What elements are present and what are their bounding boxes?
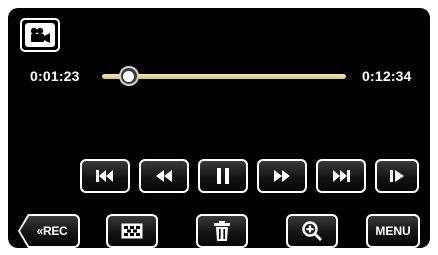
rewind-icon bbox=[155, 170, 173, 182]
skip-next-button[interactable] bbox=[316, 159, 366, 193]
thumbnail-index-button[interactable] bbox=[106, 214, 158, 248]
seek-bar-handle[interactable] bbox=[118, 66, 139, 86]
total-time: 0:12:34 bbox=[362, 68, 412, 84]
rewind-button[interactable] bbox=[139, 159, 189, 193]
return-to-rec-button[interactable]: «REC bbox=[18, 214, 80, 248]
zoom-in-icon bbox=[302, 221, 322, 241]
current-time: 0:01:23 bbox=[30, 68, 80, 84]
menu-label: MENU bbox=[375, 224, 411, 238]
delete-trash-icon bbox=[214, 221, 230, 241]
skip-previous-icon bbox=[95, 169, 115, 183]
rec-button-face: «REC bbox=[20, 216, 78, 246]
slow-forward-button[interactable] bbox=[375, 159, 419, 193]
rec-label: «REC bbox=[36, 224, 68, 238]
skip-previous-button[interactable] bbox=[80, 159, 130, 193]
fast-forward-button[interactable] bbox=[257, 159, 307, 193]
delete-button[interactable] bbox=[196, 214, 248, 248]
video-camera-icon bbox=[25, 23, 55, 47]
fast-forward-icon bbox=[273, 170, 291, 182]
mode-button[interactable] bbox=[20, 18, 60, 52]
pause-button[interactable] bbox=[198, 159, 248, 193]
zoom-button[interactable] bbox=[286, 214, 338, 248]
menu-button[interactable]: MENU bbox=[366, 214, 420, 248]
pause-icon bbox=[216, 168, 230, 184]
playback-screen: 0:01:23 0:12:34 «REC MENU bbox=[8, 8, 430, 248]
seek-handle-dot bbox=[123, 70, 135, 82]
thumbnail-index-icon bbox=[121, 223, 143, 239]
slow-forward-icon bbox=[389, 169, 405, 183]
skip-next-icon bbox=[331, 169, 351, 183]
